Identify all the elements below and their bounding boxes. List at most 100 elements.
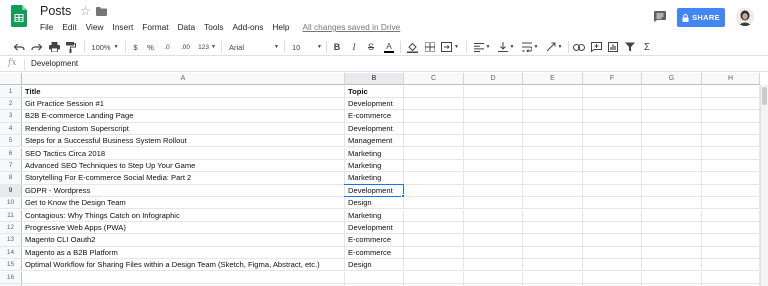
- column-header-b[interactable]: B: [345, 73, 404, 85]
- cell-d9[interactable]: [464, 184, 523, 197]
- menu-insert[interactable]: Insert: [113, 22, 134, 32]
- cell-h15[interactable]: [702, 259, 760, 271]
- cell-c11[interactable]: [404, 209, 464, 221]
- cell-a4[interactable]: Rendering Custom Superscript: [22, 122, 345, 135]
- folder-icon[interactable]: [96, 7, 107, 16]
- currency-format-button[interactable]: $: [131, 40, 140, 54]
- cell-d1[interactable]: [464, 85, 523, 97]
- column-header-c[interactable]: C: [404, 73, 464, 85]
- cell-h4[interactable]: [702, 122, 760, 135]
- column-header-f[interactable]: F: [583, 73, 642, 85]
- cell-h16[interactable]: [702, 271, 760, 283]
- cell-h6[interactable]: [702, 147, 760, 159]
- row-header[interactable]: 16: [0, 271, 22, 283]
- cell-a9[interactable]: GDPR - Wordpress: [22, 184, 345, 197]
- cell-a16[interactable]: [22, 271, 345, 283]
- cell-e10[interactable]: [523, 197, 583, 209]
- cell-d2[interactable]: [464, 97, 523, 110]
- cell-g6[interactable]: [642, 147, 702, 159]
- cell-e8[interactable]: [523, 172, 583, 184]
- vertical-align-icon[interactable]: ▼: [496, 40, 516, 54]
- row-header[interactable]: 1: [0, 85, 22, 97]
- cell-b5[interactable]: Management: [345, 135, 404, 147]
- cell-b1[interactable]: Topic: [345, 85, 404, 97]
- cell-a8[interactable]: Storytelling For E-commerce Social Media…: [22, 172, 345, 184]
- cell-a12[interactable]: Progressive Web Apps (PWA): [22, 221, 345, 234]
- cell-a2[interactable]: Git Practice Session #1: [22, 97, 345, 110]
- cell-e3[interactable]: [523, 110, 583, 122]
- vertical-scrollbar[interactable]: [760, 85, 768, 286]
- cell-c3[interactable]: [404, 110, 464, 122]
- menu-file[interactable]: File: [40, 22, 53, 32]
- percent-format-button[interactable]: %: [145, 40, 156, 54]
- cell-e13[interactable]: [523, 234, 583, 246]
- cell-a3[interactable]: B2B E-commerce Landing Page: [22, 110, 345, 122]
- cell-d8[interactable]: [464, 172, 523, 184]
- filter-icon[interactable]: [623, 40, 637, 54]
- row-header[interactable]: 13: [0, 234, 22, 246]
- row-header[interactable]: 4: [0, 122, 22, 135]
- cell-a15[interactable]: Optimal Workflow for Sharing Files withi…: [22, 259, 345, 271]
- decrease-decimal-button[interactable]: .0: [160, 40, 174, 54]
- avatar[interactable]: [736, 8, 754, 26]
- cell-g11[interactable]: [642, 209, 702, 221]
- cell-g15[interactable]: [642, 259, 702, 271]
- column-header-h[interactable]: H: [702, 73, 760, 85]
- document-title[interactable]: Posts: [40, 4, 71, 18]
- cell-g9[interactable]: [642, 184, 702, 197]
- cell-b12[interactable]: Development: [345, 221, 404, 234]
- cell-e12[interactable]: [523, 221, 583, 234]
- cell-h1[interactable]: [702, 85, 760, 97]
- cell-f15[interactable]: [583, 259, 642, 271]
- comment-icon[interactable]: [654, 11, 666, 22]
- row-header[interactable]: 10: [0, 197, 22, 209]
- row-header[interactable]: 15: [0, 259, 22, 271]
- strikethrough-button[interactable]: S: [366, 40, 376, 54]
- cell-c7[interactable]: [404, 159, 464, 172]
- cell-f4[interactable]: [583, 122, 642, 135]
- row-header[interactable]: 14: [0, 246, 22, 259]
- cell-b6[interactable]: Marketing: [345, 147, 404, 159]
- cell-e4[interactable]: [523, 122, 583, 135]
- more-formats-button[interactable]: 123 ▼: [197, 40, 217, 54]
- cell-c9[interactable]: [404, 184, 464, 197]
- cell-d11[interactable]: [464, 209, 523, 221]
- menu-view[interactable]: View: [86, 22, 104, 32]
- cell-c10[interactable]: [404, 197, 464, 209]
- sheets-logo-icon[interactable]: [11, 5, 27, 27]
- cell-h7[interactable]: [702, 159, 760, 172]
- row-header[interactable]: 9: [0, 184, 22, 197]
- cell-g4[interactable]: [642, 122, 702, 135]
- row-header[interactable]: 2: [0, 97, 22, 110]
- cell-d6[interactable]: [464, 147, 523, 159]
- cell-a11[interactable]: Contagious: Why Things Catch on Infograp…: [22, 209, 345, 221]
- cell-e5[interactable]: [523, 135, 583, 147]
- cell-e1[interactable]: [523, 85, 583, 97]
- row-header[interactable]: 7: [0, 159, 22, 172]
- cell-g13[interactable]: [642, 234, 702, 246]
- sum-function-button[interactable]: Σ: [640, 40, 654, 54]
- cell-c8[interactable]: [404, 172, 464, 184]
- cell-f10[interactable]: [583, 197, 642, 209]
- cell-d5[interactable]: [464, 135, 523, 147]
- insert-chart-icon[interactable]: [606, 40, 620, 54]
- cell-d12[interactable]: [464, 221, 523, 234]
- cell-d14[interactable]: [464, 246, 523, 259]
- cell-f14[interactable]: [583, 246, 642, 259]
- cell-e16[interactable]: [523, 271, 583, 283]
- redo-icon[interactable]: [30, 40, 42, 54]
- cell-f7[interactable]: [583, 159, 642, 172]
- cell-d7[interactable]: [464, 159, 523, 172]
- bold-button[interactable]: B: [332, 40, 342, 54]
- cell-a14[interactable]: Magento as a B2B Platform: [22, 246, 345, 259]
- cell-h3[interactable]: [702, 110, 760, 122]
- cell-h14[interactable]: [702, 246, 760, 259]
- cell-h10[interactable]: [702, 197, 760, 209]
- row-header[interactable]: 6: [0, 147, 22, 159]
- italic-button[interactable]: I: [349, 40, 359, 54]
- cell-g10[interactable]: [642, 197, 702, 209]
- cell-f2[interactable]: [583, 97, 642, 110]
- cell-e9[interactable]: [523, 184, 583, 197]
- cell-g14[interactable]: [642, 246, 702, 259]
- text-rotation-icon[interactable]: ▼: [544, 40, 564, 54]
